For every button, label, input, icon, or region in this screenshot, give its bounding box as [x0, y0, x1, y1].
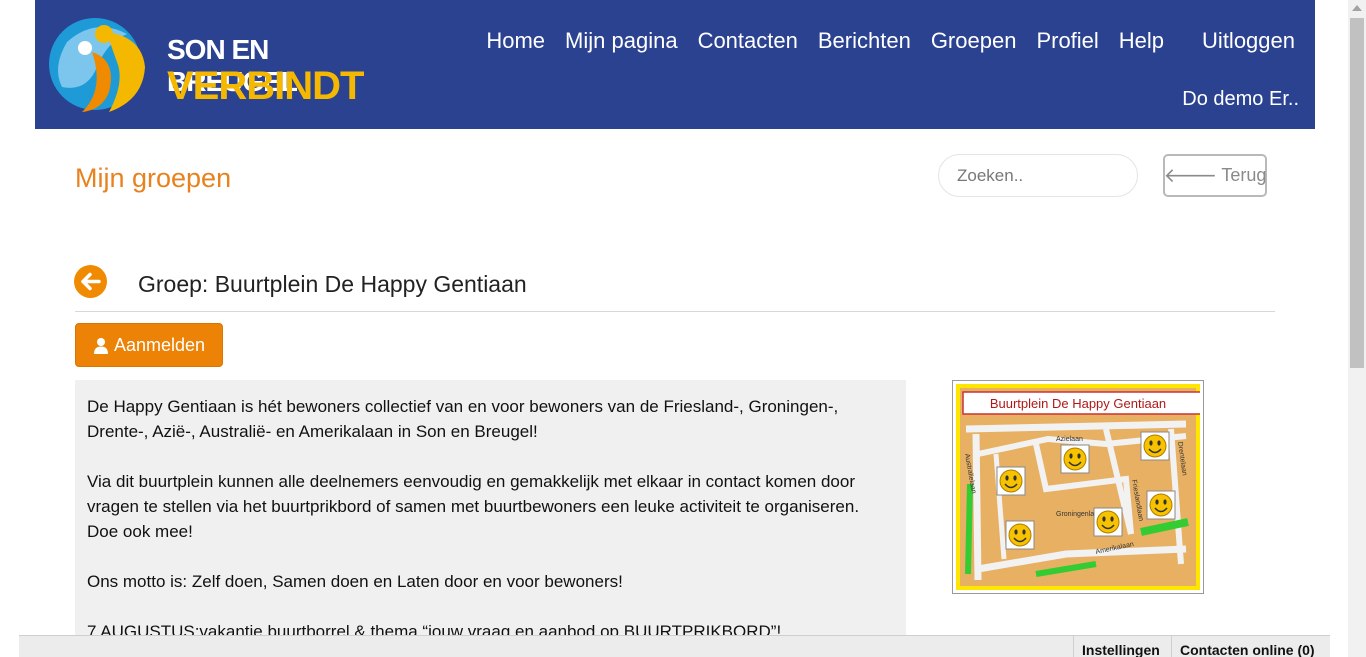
smiley-icon	[1093, 507, 1123, 537]
circle-arrow-left-icon[interactable]	[74, 265, 107, 298]
site-logo[interactable]: SON EN BREUGEL VERBINDT	[47, 12, 364, 116]
smiley-icon	[1146, 490, 1176, 520]
nav-profiel[interactable]: Profiel	[1036, 28, 1098, 54]
description-paragraph: Ons motto is: Zelf doen, Samen doen en L…	[87, 572, 623, 591]
smiley-icon	[1060, 444, 1090, 474]
smiley-icon	[996, 466, 1026, 496]
smiley-icon	[1140, 431, 1170, 461]
main-nav: Home Mijn pagina Contacten Berichten Gro…	[466, 28, 1295, 54]
nav-groepen[interactable]: Groepen	[931, 28, 1017, 54]
contacts-online-tab[interactable]: Contacten online (0)	[1171, 636, 1323, 657]
image-title: Buurtplein De Happy Gentiaan	[990, 396, 1166, 411]
back-button[interactable]: 🡐 Terug	[1163, 154, 1267, 197]
description-paragraph: De Happy Gentiaan is hét bewoners collec…	[87, 397, 839, 441]
description-paragraph: Via dit buurtplein kunnen alle deelnemer…	[87, 472, 860, 541]
bottom-bar: Instellingen Contacten online (0)	[19, 635, 1330, 657]
scroll-up-arrow-icon[interactable]	[1352, 5, 1362, 11]
user-name[interactable]: Do demo Er..	[1182, 88, 1299, 111]
join-group-button[interactable]: Aanmelden	[75, 323, 223, 367]
divider	[75, 311, 1275, 312]
page-title: Mijn groepen	[75, 163, 232, 193]
back-button-label: Terug	[1221, 165, 1267, 185]
smiley-icon	[1005, 520, 1035, 550]
nav-mijn-pagina[interactable]: Mijn pagina	[565, 28, 678, 54]
group-image: Buurtplein De Happy Gentiaan Azielaan Au…	[952, 380, 1204, 594]
svg-text:Azielaan: Azielaan	[1056, 436, 1083, 443]
site-header: SON EN BREUGEL VERBINDT Home Mijn pagina…	[35, 0, 1315, 129]
search-input[interactable]	[938, 154, 1138, 197]
settings-tab[interactable]: Instellingen	[1073, 636, 1168, 657]
group-description: De Happy Gentiaan is hét bewoners collec…	[75, 380, 906, 657]
nav-contacten[interactable]: Contacten	[698, 28, 798, 54]
group-title: Groep: Buurtplein De Happy Gentiaan	[138, 271, 527, 297]
logo-mark-icon	[49, 18, 145, 112]
scrollbar[interactable]	[1348, 0, 1366, 657]
logout-link[interactable]: Uitloggen	[1202, 28, 1295, 54]
join-button-label: Aanmelden	[113, 334, 206, 355]
scrollbar-thumb[interactable]	[1350, 18, 1364, 368]
logo-text-bottom: VERBINDT	[167, 64, 364, 108]
nav-berichten[interactable]: Berichten	[818, 28, 911, 54]
nav-help[interactable]: Help	[1119, 28, 1164, 54]
nav-home[interactable]: Home	[486, 28, 545, 54]
arrow-left-icon: 🡐	[1163, 165, 1218, 187]
user-icon	[93, 337, 108, 354]
